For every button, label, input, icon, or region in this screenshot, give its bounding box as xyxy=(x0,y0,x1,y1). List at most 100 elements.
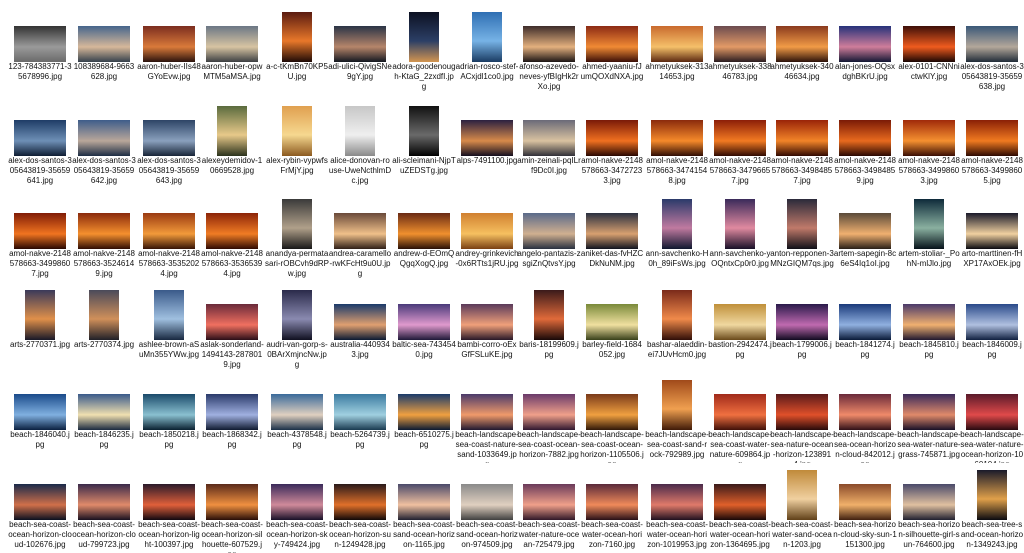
file-item[interactable]: audri-van-gorp-s-0BArXmjncNw.jpg xyxy=(265,278,329,373)
file-item[interactable]: ahmetyuksek-31314653.jpg xyxy=(645,0,709,95)
file-item[interactable]: angelo-pantazis-zsgiZnQtvsY.jpg xyxy=(517,187,581,282)
file-item[interactable]: arts-2770371.jpg xyxy=(8,278,72,373)
file-item[interactable]: beach-sea-coast-water-ocean-horizon-1364… xyxy=(708,458,772,553)
file-item[interactable]: amin-zeinali-pqILrf9Dc0I.jpg xyxy=(517,94,581,189)
file-item[interactable]: andrea-caramello-rwKFcHt9u0U.jpg xyxy=(328,187,392,282)
image-thumbnail xyxy=(523,26,575,62)
file-item[interactable]: ahmetyuksek-33846783.jpg xyxy=(708,0,772,95)
file-item[interactable]: baris-18199609.jpg xyxy=(517,278,581,373)
file-item[interactable]: beach-sea-coast-water-sand-ocean-1203.jp… xyxy=(770,458,834,553)
file-item[interactable]: afonso-azevedo-neves-yfBIgHk2rXo.jpg xyxy=(517,0,581,95)
file-item[interactable]: aniket-das-fvHZCDkNuNM.jpg xyxy=(580,187,644,282)
file-item[interactable]: ashlee-brown-aSuMn355YWw.jpg xyxy=(137,278,201,373)
file-item[interactable]: bashar-alaeddin-ei7JUvHcm0.jpg xyxy=(645,278,709,373)
file-item[interactable]: alan-jones-OQsxdghBKrU.jpg xyxy=(833,0,897,95)
file-item[interactable]: beach-sea-tree-sand-ocean-horizon-134924… xyxy=(960,458,1024,553)
file-item[interactable]: arto-marttinen-fHXP17AxOEk.jpg xyxy=(960,187,1024,282)
thumbnail-frame xyxy=(580,187,644,249)
file-item[interactable]: baltic-sea-7434540.jpg xyxy=(392,278,456,373)
file-item[interactable]: adora-goodenough-KtaG_2zxdfI.jpg xyxy=(392,0,456,95)
file-item[interactable]: aaron-huber-IIs48GYoEvw.jpg xyxy=(137,0,201,95)
file-item[interactable]: beach-sea-coast-ocean-horizon-sky-749424… xyxy=(265,458,329,553)
file-item[interactable]: beach-sea-coast-water-ocean-horizon-1019… xyxy=(645,458,709,553)
file-item[interactable]: beach-1845810.jpg xyxy=(897,278,961,373)
file-item[interactable]: amol-nakve-2148578663-34998605.jpg xyxy=(960,94,1024,189)
file-item[interactable]: amol-nakve-2148578663-35352024.jpg xyxy=(137,187,201,282)
file-item[interactable]: alex-rybin-vypwfsFrMjY.jpg xyxy=(265,94,329,189)
file-item[interactable]: alex-dos-santos-305643819-35659641.jpg xyxy=(8,94,72,189)
file-item[interactable]: beach-landscape-sea-coast-water-nature-6… xyxy=(708,368,772,463)
file-item[interactable]: beach-6510275.jpg xyxy=(392,368,456,463)
file-item[interactable]: alex-dos-santos-305643819-35659643.jpg xyxy=(137,94,201,189)
file-item[interactable]: 123-784383771-35678996.jpg xyxy=(8,0,72,95)
thumbnail-frame xyxy=(455,94,519,156)
file-item[interactable]: beach-1841274.jpg xyxy=(833,278,897,373)
file-item[interactable]: alex-0101-CNNnictwKlY.jpg xyxy=(897,0,961,95)
file-item[interactable]: amol-nakve-2148578663-34741548.jpg xyxy=(645,94,709,189)
file-item[interactable]: amol-nakve-2148578663-34998607.jpg xyxy=(8,187,72,282)
file-item[interactable]: ann-savchenko-yOQntxCp0r0.jpg xyxy=(708,187,772,282)
file-item[interactable]: beach-1868342.jpg xyxy=(200,368,264,463)
file-item[interactable]: artem-stoliar-_PohN-mlJlo.jpg xyxy=(897,187,961,282)
file-item[interactable]: ahmed-yaaniu-fJumQOXdNXA.jpg xyxy=(580,0,644,95)
file-item[interactable]: adi-ulici-QivigSNe9gY.jpg xyxy=(328,0,392,95)
file-item[interactable]: beach-landscape-sea-coast-ocean-horizon-… xyxy=(580,368,644,463)
file-item[interactable]: beach-sea-coast-water-ocean-horizon-7160… xyxy=(580,458,644,553)
file-item[interactable]: aaron-huber-opwMTM5aMSA.jpg xyxy=(200,0,264,95)
file-item[interactable]: beach-1846235.jpg xyxy=(72,368,136,463)
file-item[interactable]: beach-landscape-sea-water-nature-ocean-h… xyxy=(960,368,1024,463)
file-item[interactable]: beach-sea-coast-ocean-horizon-light-1003… xyxy=(137,458,201,553)
file-item[interactable]: beach-1850218.jpg xyxy=(137,368,201,463)
file-item[interactable]: alex-dos-santos-305643819-35659642.jpg xyxy=(72,94,136,189)
file-item[interactable]: a-c-tKmBn70KP5U.jpg xyxy=(265,0,329,95)
file-item[interactable]: ali-scleimani-NjpTuZEDSTg.jpg xyxy=(392,94,456,189)
file-item[interactable]: alex-dos-santos-305643819-35659638.jpg xyxy=(960,0,1024,95)
file-item[interactable]: amol-nakve-2148578663-34998603.jpg xyxy=(897,94,961,189)
file-item[interactable]: beach-1846040.jpg xyxy=(8,368,72,463)
file-item[interactable]: beach-4378548.jpg xyxy=(265,368,329,463)
file-item[interactable]: andrew-d-EOmQQgqXogQ.jpg xyxy=(392,187,456,282)
file-item[interactable]: beach-sea-coast-water-nature-ocean-72547… xyxy=(517,458,581,553)
file-item[interactable]: alps-7491100.jpg xyxy=(455,94,519,189)
file-item[interactable]: aslak-sonderland-1494143-2878019.jpg xyxy=(200,278,264,373)
file-item[interactable]: beach-landscape-sea-water-nature-grass-7… xyxy=(897,368,961,463)
file-item[interactable]: beach-landscape-sea-ocean-horizon-cloud-… xyxy=(833,368,897,463)
file-item[interactable]: beach-1799006.jpg xyxy=(770,278,834,373)
file-item[interactable]: beach-landscape-sea-coast-nature-sand-10… xyxy=(455,368,519,463)
file-item[interactable]: alexeydemidov-10669528.jpg xyxy=(200,94,264,189)
file-item[interactable]: anton-repponen-3MNzGIQM7qs.jpg xyxy=(770,187,834,282)
file-item[interactable]: adrian-rosco-stef-ACxjdl1co0.jpg xyxy=(455,0,519,95)
file-item[interactable]: beach-sea-coast-ocean-horizon-cloud-7997… xyxy=(72,458,136,553)
file-item[interactable]: amol-nakve-2148578663-34984859.jpg xyxy=(833,94,897,189)
file-item[interactable]: arts-2770374.jpg xyxy=(72,278,136,373)
file-item[interactable]: australia-4409343.jpg xyxy=(328,278,392,373)
file-item[interactable]: bastion-2942474.jpg xyxy=(708,278,772,373)
file-item[interactable]: ahmetyuksek-34046634.jpg xyxy=(770,0,834,95)
file-item[interactable]: andrey-grinkevich-0x6RTts1jRU.jpg xyxy=(455,187,519,282)
file-item[interactable]: 108389684-9663628.jpg xyxy=(72,0,136,95)
file-item[interactable]: beach-sea-horizon-cloud-sky-sun-1151300.… xyxy=(833,458,897,553)
file-item[interactable]: beach-landscape-sea-nature-ocean-horizon… xyxy=(770,368,834,463)
file-item[interactable]: beach-1846009.jpg xyxy=(960,278,1024,373)
file-item[interactable]: beach-sea-coast-ocean-horizon-cloud-1026… xyxy=(8,458,72,553)
file-item[interactable]: amol-nakve-2148578663-35365394.jpg xyxy=(200,187,264,282)
file-item[interactable]: anandya-permatasari-rOBCvh9dRPw.jpg xyxy=(265,187,329,282)
file-item[interactable]: beach-sea-coast-sand-ocean-horizon-97450… xyxy=(455,458,519,553)
file-item[interactable]: amol-nakve-2148578663-34727233.jpg xyxy=(580,94,644,189)
file-item[interactable]: ann-savchenko-H0h_89iFsWs.jpg xyxy=(645,187,709,282)
file-item[interactable]: beach-5264739.jpg xyxy=(328,368,392,463)
file-item[interactable]: beach-landscape-sea-coast-ocean-horizon-… xyxy=(517,368,581,463)
file-item[interactable]: alice-donovan-rouse-UweNcthlmDc.jpg xyxy=(328,94,392,189)
file-item[interactable]: amol-nakve-2148578663-34796657.jpg xyxy=(708,94,772,189)
file-item[interactable]: beach-sea-coast-ocean-horizon-sun-124942… xyxy=(328,458,392,553)
file-item[interactable]: barley-field-1684052.jpg xyxy=(580,278,644,373)
file-item[interactable]: amol-nakve-2148578663-35246149.jpg xyxy=(72,187,136,282)
file-item[interactable]: beach-sea-coast-sand-ocean-horizon-1165.… xyxy=(392,458,456,553)
file-item[interactable]: beach-sea-coast-ocean-horizon-silhouette… xyxy=(200,458,264,553)
file-item[interactable]: bambi-corro-oExGfFSLuKE.jpg xyxy=(455,278,519,373)
image-thumbnail xyxy=(461,120,513,156)
file-item[interactable]: artem-sapegin-8c6eS4Iq1oI.jpg xyxy=(833,187,897,282)
file-item[interactable]: beach-sea-horizon-silhouette-girl-sun-76… xyxy=(897,458,961,553)
file-item[interactable]: amol-nakve-2148578663-34984857.jpg xyxy=(770,94,834,189)
file-item[interactable]: beach-landscape-sea-coast-sand-rock-7929… xyxy=(645,368,709,463)
